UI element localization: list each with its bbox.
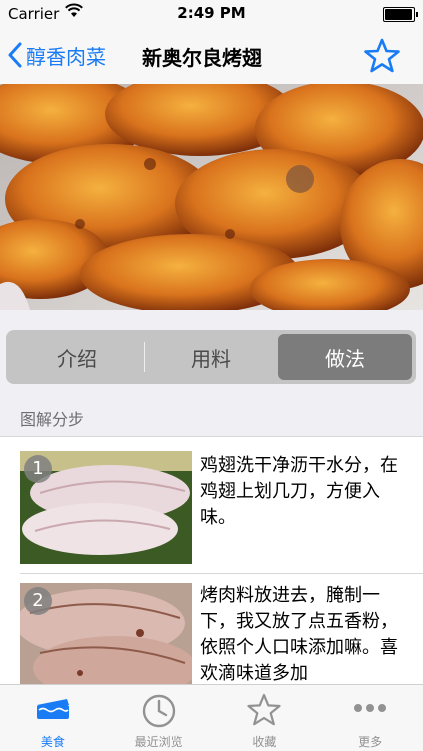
tab-introduction[interactable]: 介绍 [10, 334, 144, 380]
tab-method[interactable]: 做法 [278, 334, 412, 380]
step-description: 烤肉料放进去，腌制一下，我又放了点五香粉，依照个人口味添加嘛。喜欢滴味道多加 [200, 585, 398, 684]
tab-label: 收藏 [252, 735, 277, 749]
step-number-badge: 1 [24, 455, 52, 483]
chevron-left-icon [8, 42, 22, 68]
recipe-section-tabs: 介绍 用料 做法 [6, 330, 416, 384]
tab-bar: 美食 最近浏览 收藏 更多 [0, 684, 423, 751]
step-photo: 2 [20, 583, 192, 685]
tab-label: 美食 [40, 735, 65, 749]
back-button-label: 醇香肉菜 [26, 44, 106, 69]
divider [20, 573, 423, 574]
battery-icon [383, 7, 418, 22]
tab-label: 更多 [358, 735, 383, 749]
step-photo: 1 [20, 451, 192, 564]
dish-photo[interactable] [0, 84, 423, 310]
cake-icon [36, 699, 69, 719]
battery-level [385, 9, 412, 20]
steps-list[interactable]: 1 鸡翅洗干净沥干水分，在鸡翅上划几刀，方便入味。 2 烤肉料放进去，腌制一下，… [0, 436, 423, 685]
clock-icon [142, 694, 175, 728]
tab-favorites[interactable]: 收藏 [212, 685, 318, 751]
grilled-chicken-wings-image [0, 84, 423, 310]
step-number-badge: 2 [24, 587, 52, 615]
step-description: 鸡翅洗干净沥干水分，在鸡翅上划几刀，方便入味。 [200, 455, 398, 528]
page-title: 新奥尔良烤翅 [142, 46, 262, 70]
favorite-button[interactable] [363, 38, 401, 74]
status-bar: Carrier 2:49 PM [0, 0, 423, 28]
tab-label: 最近浏览 [134, 735, 183, 749]
tab-recent[interactable]: 最近浏览 [106, 685, 212, 751]
status-time: 2:49 PM [177, 4, 246, 22]
tab-ingredients[interactable]: 用料 [144, 334, 278, 380]
star-icon [364, 38, 400, 73]
star-icon [247, 693, 281, 726]
back-button[interactable]: 醇香肉菜 [8, 40, 106, 70]
more-dots-icon [354, 704, 387, 712]
steps-section-header: 图解分步 [20, 410, 85, 429]
tab-more[interactable]: 更多 [317, 685, 423, 751]
tab-food[interactable]: 美食 [0, 685, 106, 751]
navigation-bar: 醇香肉菜 新奥尔良烤翅 [0, 28, 423, 84]
